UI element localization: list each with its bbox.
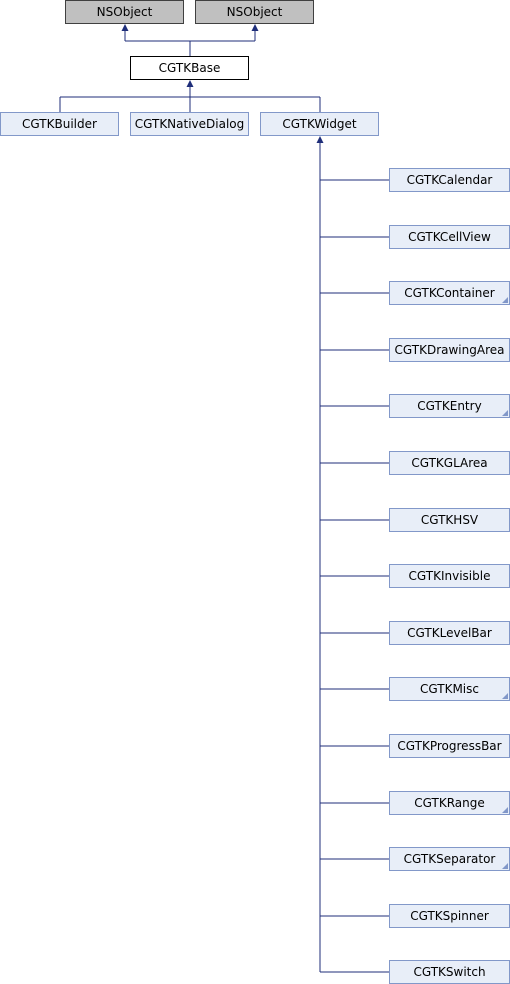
subclass-node-cgtkinvisible[interactable]: CGTKInvisible [389, 564, 510, 588]
arrowhead-nsobject-2 [251, 24, 259, 31]
class-hierarchy-diagram: NSObject NSObject CGTKBase CGTKBuilder C… [0, 0, 510, 984]
subclass-node-cgtkcellview[interactable]: CGTKCellView [389, 225, 510, 249]
subclass-node-cgtkprogressbar[interactable]: CGTKProgressBar [389, 734, 510, 758]
cgtknativedialog-node[interactable]: CGTKNativeDialog [130, 112, 249, 136]
subclass-node-cgtkspinner[interactable]: CGTKSpinner [389, 904, 510, 928]
subclass-node-cgtkdrawingarea[interactable]: CGTKDrawingArea [389, 338, 510, 362]
subclass-node-cgtkmisc[interactable]: CGTKMisc [389, 677, 510, 701]
cgtkwidget-node[interactable]: CGTKWidget [260, 112, 379, 136]
arrowhead-base [186, 80, 194, 87]
subclass-node-cgtkcalendar[interactable]: CGTKCalendar [389, 168, 510, 192]
subclass-node-cgtkglarea[interactable]: CGTKGLArea [389, 451, 510, 475]
subclass-node-cgtkentry[interactable]: CGTKEntry [389, 394, 510, 418]
inheritance-edges [59, 24, 389, 973]
nsobject-node-1[interactable]: NSObject [65, 0, 184, 24]
subclass-node-cgtkrange[interactable]: CGTKRange [389, 791, 510, 815]
subclass-node-cgtklevelbar[interactable]: CGTKLevelBar [389, 621, 510, 645]
subclass-node-cgtkcontainer[interactable]: CGTKContainer [389, 281, 510, 305]
cgtkbase-node[interactable]: CGTKBase [130, 56, 249, 80]
nsobject-node-2[interactable]: NSObject [195, 0, 314, 24]
cgtkbuilder-node[interactable]: CGTKBuilder [0, 112, 119, 136]
subclass-node-cgtkswitch[interactable]: CGTKSwitch [389, 960, 510, 984]
subclass-node-cgtkhsv[interactable]: CGTKHSV [389, 508, 510, 532]
arrowhead-nsobject-1 [121, 24, 129, 31]
arrowhead-widget [316, 136, 324, 143]
subclass-node-cgtkseparator[interactable]: CGTKSeparator [389, 847, 510, 871]
